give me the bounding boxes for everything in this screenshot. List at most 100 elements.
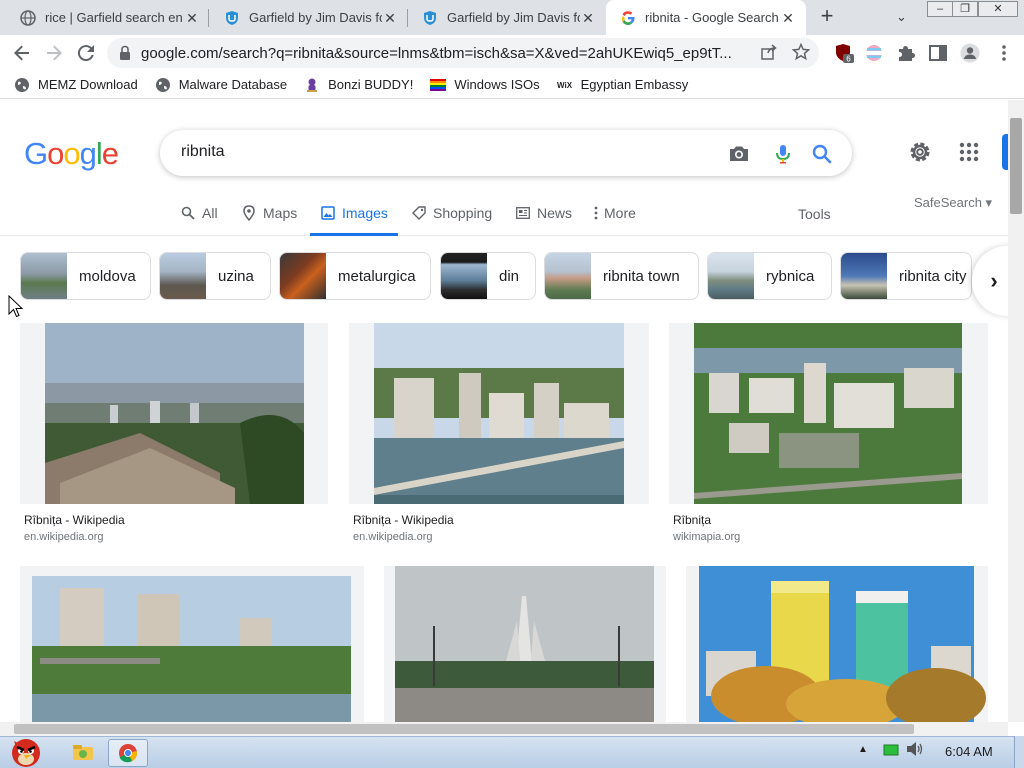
image-result[interactable]: Rîbnița - Wikipedia en.wikipedia.org bbox=[349, 323, 649, 553]
reload-icon[interactable] bbox=[74, 41, 98, 65]
bookmark-malware-database[interactable]: Malware Database bbox=[155, 77, 287, 93]
result-image[interactable] bbox=[20, 566, 364, 722]
start-button-angry-bird-icon[interactable] bbox=[4, 733, 48, 768]
network-tray-icon[interactable] bbox=[882, 740, 902, 764]
maximize-button[interactable]: ❐ bbox=[952, 1, 978, 17]
globe-icon bbox=[155, 77, 171, 93]
browser-tab-2[interactable]: Garfield by Jim Davis fo ✕ bbox=[210, 0, 408, 35]
address-bar[interactable]: google.com/search?q=ribnita&source=lnms&… bbox=[107, 38, 819, 68]
chip-thumbnail bbox=[841, 253, 887, 299]
google-apps-grid-icon[interactable] bbox=[958, 141, 980, 163]
tab-all[interactable]: All bbox=[180, 196, 218, 236]
image-result[interactable] bbox=[384, 566, 666, 722]
close-tab-icon[interactable]: ✕ bbox=[580, 10, 596, 26]
taskbar-clock[interactable]: 6:04 AM bbox=[945, 744, 993, 759]
chip-din[interactable]: din bbox=[440, 252, 536, 300]
chip-thumbnail bbox=[280, 253, 326, 299]
share-icon[interactable] bbox=[759, 43, 779, 63]
camera-icon[interactable] bbox=[727, 142, 751, 166]
google-logo[interactable]: Google bbox=[24, 136, 119, 172]
tab-label: More bbox=[604, 205, 636, 221]
new-tab-button[interactable]: + bbox=[816, 5, 838, 29]
bonzi-icon bbox=[304, 77, 320, 93]
browser-tab-title: rice | Garfield search en bbox=[45, 10, 183, 25]
search-icon[interactable] bbox=[810, 142, 834, 166]
chrome-taskbar-icon[interactable] bbox=[108, 739, 148, 767]
profile-avatar-icon[interactable] bbox=[960, 43, 980, 63]
chip-label: moldova bbox=[79, 267, 136, 285]
vertical-scroll-thumb[interactable] bbox=[1010, 118, 1022, 214]
file-explorer-icon[interactable] bbox=[70, 740, 96, 764]
back-arrow-icon[interactable] bbox=[10, 41, 34, 65]
image-result[interactable] bbox=[686, 566, 988, 729]
close-tab-icon[interactable]: ✕ bbox=[382, 10, 398, 26]
bookmark-egyptian-embassy[interactable]: WiX Egyptian Embassy bbox=[557, 77, 689, 93]
close-window-button[interactable]: ✕ bbox=[978, 1, 1018, 17]
search-input[interactable]: ribnita bbox=[181, 143, 225, 161]
result-image[interactable] bbox=[20, 323, 328, 504]
image-result[interactable] bbox=[20, 566, 364, 722]
url-text[interactable]: google.com/search?q=ribnita&source=lnms&… bbox=[141, 45, 751, 62]
news-icon bbox=[515, 205, 531, 221]
tools-button[interactable]: Tools bbox=[798, 206, 831, 222]
close-tab-icon[interactable]: ✕ bbox=[780, 10, 796, 26]
browser-tab-1[interactable]: rice | Garfield search en ✕ bbox=[6, 0, 210, 35]
image-result[interactable]: Rîbnița - Wikipedia en.wikipedia.org bbox=[20, 323, 328, 553]
lock-icon[interactable] bbox=[119, 45, 131, 61]
chip-ribnita-town[interactable]: ribnita town bbox=[544, 252, 699, 300]
tab-maps[interactable]: Maps bbox=[241, 196, 297, 236]
tab-label: All bbox=[202, 205, 218, 221]
menu-kebab-icon[interactable] bbox=[994, 43, 1014, 63]
result-image[interactable] bbox=[686, 566, 988, 729]
bookmark-star-icon[interactable] bbox=[791, 42, 811, 63]
browser-tab-3[interactable]: Garfield by Jim Davis fo ✕ bbox=[408, 0, 606, 35]
chip-ribnita-city[interactable]: ribnita city bbox=[840, 252, 972, 300]
tab-news[interactable]: News bbox=[515, 196, 572, 236]
chip-rybnica[interactable]: rybnica bbox=[707, 252, 832, 300]
search-box[interactable]: ribnita bbox=[160, 130, 852, 176]
chip-metalurgica[interactable]: metalurgica bbox=[279, 252, 431, 300]
search-icon bbox=[180, 205, 196, 221]
bookmark-bonzi-buddy[interactable]: Bonzi BUDDY! bbox=[304, 77, 413, 93]
forward-arrow-icon[interactable] bbox=[42, 41, 66, 65]
chip-label: ribnita city bbox=[899, 267, 967, 285]
bookmark-label: Windows ISOs bbox=[454, 77, 540, 92]
browser-tab-active[interactable]: ribnita - Google Search ✕ bbox=[606, 0, 806, 35]
minimize-button[interactable]: – bbox=[927, 1, 953, 17]
horizontal-scroll-thumb[interactable] bbox=[14, 724, 914, 734]
bookmark-windows-isos[interactable]: Windows ISOs bbox=[430, 77, 540, 93]
tray-up-arrow-icon[interactable]: ▲ bbox=[858, 744, 874, 768]
close-tab-icon[interactable]: ✕ bbox=[184, 10, 200, 26]
ublock-extension-icon[interactable]: 6 bbox=[834, 43, 854, 64]
show-desktop-button[interactable] bbox=[1014, 736, 1024, 768]
volume-icon[interactable] bbox=[905, 740, 927, 764]
image-result[interactable]: Rîbnița wikimapia.org bbox=[669, 323, 988, 553]
browser-tab-title: Garfield by Jim Davis fo bbox=[447, 10, 580, 25]
bookmark-memz[interactable]: MEMZ Download bbox=[14, 77, 138, 93]
tab-label: Maps bbox=[263, 205, 298, 221]
side-panel-icon[interactable] bbox=[928, 43, 948, 63]
tab-search-chevron-icon[interactable]: ⌄ bbox=[896, 9, 907, 25]
bookmark-label: Bonzi BUDDY! bbox=[328, 77, 414, 92]
tab-more[interactable]: More bbox=[592, 196, 636, 236]
chip-moldova[interactable]: moldova bbox=[20, 252, 151, 300]
settings-gear-icon[interactable] bbox=[907, 139, 933, 165]
tab-images[interactable]: Images bbox=[310, 196, 398, 236]
translate-extension-icon[interactable] bbox=[864, 43, 884, 63]
safesearch-dropdown[interactable]: SafeSearch ▾ bbox=[914, 195, 992, 211]
result-source: wikimapia.org bbox=[673, 531, 741, 543]
shield-icon bbox=[422, 10, 438, 26]
result-caption: Rîbnița - Wikipedia bbox=[24, 513, 125, 527]
tag-icon bbox=[411, 205, 427, 221]
result-image[interactable] bbox=[384, 566, 666, 722]
tab-label: News bbox=[537, 205, 573, 221]
extensions-puzzle-icon[interactable] bbox=[896, 43, 916, 63]
globe-icon bbox=[20, 9, 36, 26]
result-image[interactable] bbox=[349, 323, 649, 504]
result-source: en.wikipedia.org bbox=[24, 531, 104, 543]
chip-uzina[interactable]: uzina bbox=[159, 252, 271, 300]
tab-shopping[interactable]: Shopping bbox=[411, 196, 492, 236]
result-image[interactable] bbox=[669, 323, 988, 504]
microphone-icon[interactable] bbox=[771, 142, 795, 166]
chip-thumbnail bbox=[545, 253, 591, 299]
